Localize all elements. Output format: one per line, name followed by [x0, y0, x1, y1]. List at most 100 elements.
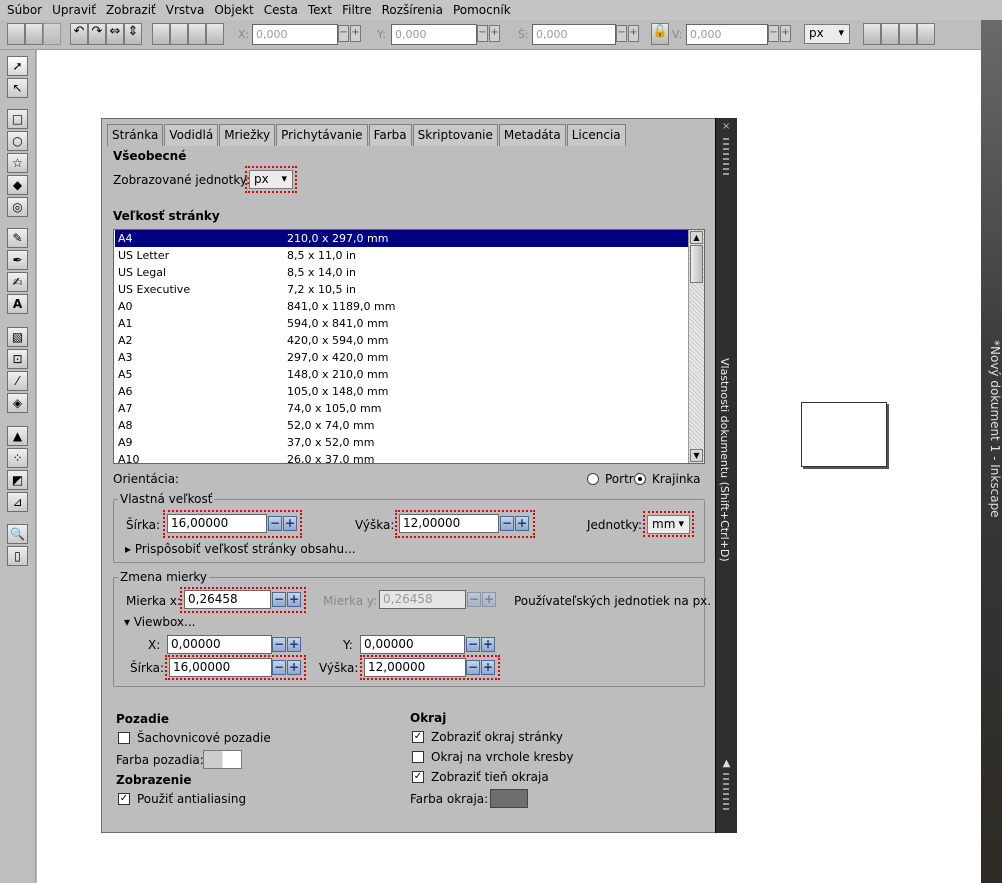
list-item[interactable]: A6 105,0 x 148,0 mm — [115, 383, 689, 400]
w-input[interactable]: 0,000 — [532, 24, 616, 45]
y-increment[interactable]: + — [489, 25, 500, 42]
list-item[interactable]: A10 26,0 x 37,0 mm — [115, 451, 689, 463]
list-item[interactable]: A1 594,0 x 841,0 mm — [115, 315, 689, 332]
menu-file[interactable]: Súbor — [2, 3, 47, 17]
list-scrollbar[interactable]: ▲ ▼ — [688, 230, 704, 463]
height-input[interactable]: 12,00000 — [399, 514, 499, 533]
tab-metadata[interactable]: Metadáta — [498, 124, 566, 146]
antialias-checkbox[interactable]: ✓ — [118, 793, 130, 805]
h-decrement[interactable]: − — [768, 25, 779, 42]
list-item[interactable]: A9 37,0 x 52,0 mm — [115, 434, 689, 451]
landscape-radio[interactable] — [634, 473, 646, 485]
text-tool-icon[interactable]: A — [7, 294, 28, 314]
scroll-up-icon[interactable]: ▲ — [690, 231, 703, 244]
vb-width-decrement[interactable]: − — [272, 660, 286, 675]
measure-tool-icon[interactable]: ▯ — [7, 546, 28, 566]
tab-color[interactable]: Farba — [368, 124, 412, 146]
tab-page[interactable]: Stránka — [107, 124, 164, 146]
lock-icon[interactable]: 🔓 — [651, 23, 669, 45]
lower-to-bottom-icon[interactable] — [206, 23, 224, 45]
height-decrement[interactable]: − — [500, 516, 514, 531]
vb-y-decrement[interactable]: − — [466, 637, 480, 652]
star-tool-icon[interactable]: ☆ — [7, 153, 28, 173]
transform-gradients-icon[interactable] — [899, 23, 917, 45]
pencil-tool-icon[interactable]: ✎ — [7, 228, 28, 248]
y-input[interactable]: 0,000 — [391, 24, 477, 45]
eraser-tool-icon[interactable]: ◩ — [7, 470, 28, 490]
scale-x-increment[interactable]: + — [287, 592, 301, 607]
menu-filters[interactable]: Filtre — [337, 3, 376, 17]
spray-tool-icon[interactable]: ⁘ — [7, 448, 28, 468]
scale-x-decrement[interactable]: − — [272, 592, 286, 607]
list-item[interactable]: A5 148,0 x 210,0 mm — [115, 366, 689, 383]
raise-icon[interactable] — [170, 23, 188, 45]
menu-object[interactable]: Objekt — [209, 3, 258, 17]
checkerboard-checkbox[interactable] — [118, 732, 130, 744]
gradient-tool-icon[interactable]: ▧ — [7, 327, 28, 347]
show-border-checkbox[interactable]: ✓ — [412, 731, 424, 743]
vb-x-increment[interactable]: + — [287, 637, 301, 652]
connector-tool-icon[interactable]: ⊡ — [7, 349, 28, 369]
rotate-cw-icon[interactable]: ↷ — [88, 23, 106, 45]
x-increment[interactable]: + — [350, 25, 361, 42]
menu-text[interactable]: Text — [303, 3, 337, 17]
menu-layer[interactable]: Vrstva — [161, 3, 210, 17]
vb-height-input[interactable]: 12,00000 — [364, 658, 466, 677]
3d-box-tool-icon[interactable]: ◆ — [7, 175, 28, 195]
tab-grids[interactable]: Mriežky — [219, 124, 276, 146]
paint-bucket-tool-icon[interactable]: ◈ — [7, 393, 28, 413]
display-units-select[interactable]: px — [249, 170, 293, 189]
flip-vertical-icon[interactable]: ⇕ — [124, 23, 142, 45]
portrait-radio[interactable] — [587, 473, 599, 485]
lpe-tool-icon[interactable]: ⊿ — [7, 492, 28, 512]
x-decrement[interactable]: − — [338, 25, 349, 42]
scale-corners-icon[interactable] — [881, 23, 899, 45]
zoom-tool-icon[interactable]: 🔍 — [7, 524, 28, 544]
pen-tool-icon[interactable]: ✒ — [7, 250, 28, 270]
vb-height-increment[interactable]: + — [481, 660, 495, 675]
select-all-layers-icon[interactable] — [25, 23, 43, 45]
vb-height-decrement[interactable]: − — [466, 660, 480, 675]
rotate-ccw-icon[interactable]: ↶ — [70, 23, 88, 45]
close-icon[interactable]: × — [722, 122, 731, 132]
toolbar-unit-select[interactable]: px — [804, 24, 850, 44]
menu-extensions[interactable]: Rozšírenia — [377, 3, 448, 17]
menu-help[interactable]: Pomocník — [448, 3, 516, 17]
drag-handle[interactable] — [723, 138, 729, 178]
tab-license[interactable]: Licencia — [566, 124, 626, 146]
tab-scripting[interactable]: Skriptovanie — [412, 124, 498, 146]
vb-y-input[interactable]: 0,00000 — [360, 635, 465, 654]
scale-stroke-icon[interactable] — [863, 23, 881, 45]
lower-icon[interactable] — [188, 23, 206, 45]
selector-tool-icon[interactable]: ➚ — [7, 56, 28, 76]
menu-edit[interactable]: Upraviť — [47, 3, 101, 17]
list-item[interactable]: A7 74,0 x 105,0 mm — [115, 400, 689, 417]
list-item[interactable]: US Legal 8,5 x 14,0 in — [115, 264, 689, 281]
border-color-swatch[interactable] — [490, 789, 528, 808]
raise-to-top-icon[interactable] — [152, 23, 170, 45]
select-all-icon[interactable] — [7, 23, 25, 45]
vb-x-decrement[interactable]: − — [272, 637, 286, 652]
scale-x-input[interactable]: 0,26458 — [184, 590, 271, 609]
tweak-tool-icon[interactable]: ▲ — [7, 426, 28, 446]
vb-width-increment[interactable]: + — [287, 660, 301, 675]
vb-y-increment[interactable]: + — [481, 637, 495, 652]
y-decrement[interactable]: − — [477, 25, 488, 42]
tab-snap[interactable]: Prichytávanie — [276, 124, 368, 146]
scroll-thumb[interactable] — [690, 245, 703, 283]
fit-expander[interactable]: ▸ Prispôsobiť veľkosť stránky obsahu... — [125, 542, 356, 556]
width-increment[interactable]: + — [283, 516, 297, 531]
calligraphy-tool-icon[interactable]: ✍ — [7, 272, 28, 292]
vb-x-input[interactable]: 0,00000 — [167, 635, 272, 654]
list-item[interactable]: US Executive 7,2 x 10,5 in — [115, 281, 689, 298]
width-input[interactable]: 16,00000 — [167, 514, 267, 533]
tab-guides[interactable]: Vodidlá — [164, 124, 219, 146]
units-select[interactable]: mm — [647, 515, 690, 534]
list-item[interactable]: A8 52,0 x 74,0 mm — [115, 417, 689, 434]
page-size-list[interactable]: A4 210,0 x 297,0 mm US Letter 8,5 x 11,0 i… — [113, 229, 705, 464]
menu-path[interactable]: Cesta — [259, 3, 303, 17]
flip-horizontal-icon[interactable]: ⇔ — [106, 23, 124, 45]
show-shadow-checkbox[interactable]: ✓ — [412, 771, 424, 783]
bg-color-swatch[interactable] — [203, 750, 242, 769]
vb-width-input[interactable]: 16,00000 — [169, 658, 272, 677]
